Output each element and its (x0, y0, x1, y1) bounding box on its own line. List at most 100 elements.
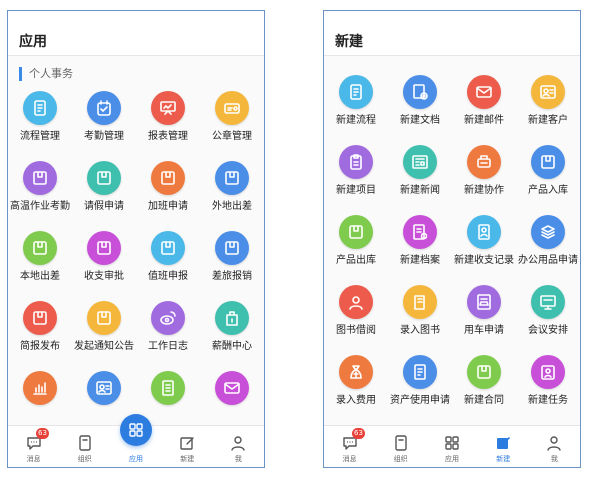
app-tile[interactable]: 报表管理 (136, 91, 200, 161)
apps-grid-icon (120, 414, 152, 446)
app-tile-label: 录入图书 (400, 325, 440, 336)
tab-new-edit[interactable]: 新建 (478, 426, 529, 467)
app-tile[interactable]: 新建邮件 (452, 75, 516, 145)
tab-new-edit[interactable]: 新建 (162, 426, 213, 467)
app-tile-label: 工作日志 (148, 341, 188, 352)
app-tile[interactable]: 新建流程 (324, 75, 388, 145)
attendance-check-icon (87, 91, 121, 125)
box-icon (215, 161, 249, 195)
tab-label: 我 (234, 455, 242, 463)
app-tile[interactable]: 新建客户 (516, 75, 580, 145)
app-tile-label: 新建文档 (400, 115, 440, 126)
app-tile[interactable]: 公章管理 (200, 91, 264, 161)
app-tile-label: 新建收支记录 (454, 255, 514, 266)
app-tile-label: 加班申请 (148, 201, 188, 212)
app-tile[interactable]: 用车申请 (452, 285, 516, 355)
app-tile[interactable]: 发起通知公告 (72, 301, 136, 371)
tab-apps-grid[interactable]: 应用 (110, 414, 161, 467)
app-tile[interactable]: 新建任务 (516, 355, 580, 425)
tab-message[interactable]: 消息 63 (8, 426, 59, 467)
app-tile-label: 值班申报 (148, 271, 188, 282)
organization-icon (76, 434, 94, 452)
app-tile-label: 考勤管理 (84, 131, 124, 142)
app-tile[interactable]: 考勤管理 (72, 91, 136, 161)
app-tile[interactable]: 工作日志 (136, 301, 200, 371)
tab-apps-grid[interactable]: 应用 (426, 426, 477, 467)
app-tile[interactable]: 新建项目 (324, 145, 388, 215)
app-tile[interactable]: 高温作业考勤 (8, 161, 72, 231)
app-tile[interactable]: 收支审批 (72, 231, 136, 301)
app-tile-label: 新建流程 (336, 115, 376, 126)
tab-person[interactable]: 我 (529, 426, 580, 467)
app-tile-label: 新建协作 (464, 185, 504, 196)
app-tile-label: 新建邮件 (464, 115, 504, 126)
bottom-tab-bar: 消息 63 组织 应用 新建 我 (324, 425, 580, 467)
app-tile[interactable]: 本地出差 (8, 231, 72, 301)
book-icon (403, 285, 437, 319)
tab-label: 消息 (342, 455, 357, 463)
tab-label: 新建 (496, 455, 511, 463)
app-tile[interactable]: 办公用品申请 (516, 215, 580, 285)
app-tile[interactable]: 录入图书 (388, 285, 452, 355)
app-tile[interactable]: 薪酬中心 (200, 301, 264, 371)
page-title: 应用 (19, 34, 47, 50)
app-tile-label: 简报发布 (20, 341, 60, 352)
app-tile[interactable]: 产品入库 (516, 145, 580, 215)
section-title: 个人事务 (19, 67, 73, 81)
app-tile-label: 新建任务 (528, 395, 568, 406)
app-tile[interactable]: 资产使用申请 (388, 355, 452, 425)
new-edit-icon (178, 434, 196, 452)
stack-icon (531, 215, 565, 249)
app-tile[interactable]: 新建档案 (388, 215, 452, 285)
contact-card-icon (87, 371, 121, 405)
box-icon (23, 301, 57, 335)
document-add-icon (403, 75, 437, 109)
app-tile[interactable]: 新建文档 (388, 75, 452, 145)
box-icon (23, 231, 57, 265)
app-tile[interactable]: 差旅报销 (200, 231, 264, 301)
tab-message[interactable]: 消息 63 (324, 426, 375, 467)
bottom-tab-bar: 消息 63 组织 应用 新建 我 (8, 414, 264, 467)
app-tile[interactable]: 外地出差 (200, 161, 264, 231)
app-tile-label: 新建档案 (400, 255, 440, 266)
app-tile[interactable]: 图书借阅 (324, 285, 388, 355)
tab-label: 应用 (129, 455, 143, 463)
tab-person[interactable]: 我 (213, 426, 264, 467)
mail-icon (215, 371, 249, 405)
person-icon (229, 434, 247, 452)
apps-screen: 应用 个人事务 流程管理 考勤管理 报表管理 公章管理高温作业考勤 请假申请 加班申请 外地… (7, 10, 265, 468)
app-tile[interactable]: 请假申请 (72, 161, 136, 231)
person-icon (545, 434, 563, 452)
app-tile-label: 收支审批 (84, 271, 124, 282)
app-tile-label: 外地出差 (212, 201, 252, 212)
app-tile[interactable]: 值班申报 (136, 231, 200, 301)
app-tile[interactable]: 产品出库 (324, 215, 388, 285)
tab-organization[interactable]: 组织 (59, 426, 110, 467)
app-tile[interactable]: 会议安排 (516, 285, 580, 355)
app-tile[interactable]: 新建合同 (452, 355, 516, 425)
app-tile[interactable]: 新建协作 (452, 145, 516, 215)
app-tile[interactable]: 加班申请 (136, 161, 200, 231)
app-tile-label: 新建新闻 (400, 185, 440, 196)
app-tile[interactable]: 录入费用 (324, 355, 388, 425)
apps-grid-icon (443, 434, 461, 452)
header: 新建 (324, 11, 580, 56)
header: 应用 (8, 11, 264, 56)
app-tile-label: 图书借阅 (336, 325, 376, 336)
tab-label: 消息 (26, 455, 41, 463)
bar-chart-icon (23, 371, 57, 405)
app-tile[interactable]: 新建收支记录 (452, 215, 516, 285)
tab-label: 组织 (393, 455, 408, 463)
box-icon (87, 301, 121, 335)
car-doc-icon (467, 285, 501, 319)
app-tile[interactable]: 流程管理 (8, 91, 72, 161)
clipboard-icon (339, 145, 373, 179)
app-tile[interactable]: 新建新闻 (388, 145, 452, 215)
report-board-icon (151, 91, 185, 125)
box-icon (215, 231, 249, 265)
contact-card-icon (531, 75, 565, 109)
app-grid: 流程管理 考勤管理 报表管理 公章管理高温作业考勤 请假申请 加班申请 外地出差本地出差 收支… (8, 91, 264, 441)
tab-label: 新建 (180, 455, 195, 463)
tab-organization[interactable]: 组织 (375, 426, 426, 467)
app-tile[interactable]: 简报发布 (8, 301, 72, 371)
